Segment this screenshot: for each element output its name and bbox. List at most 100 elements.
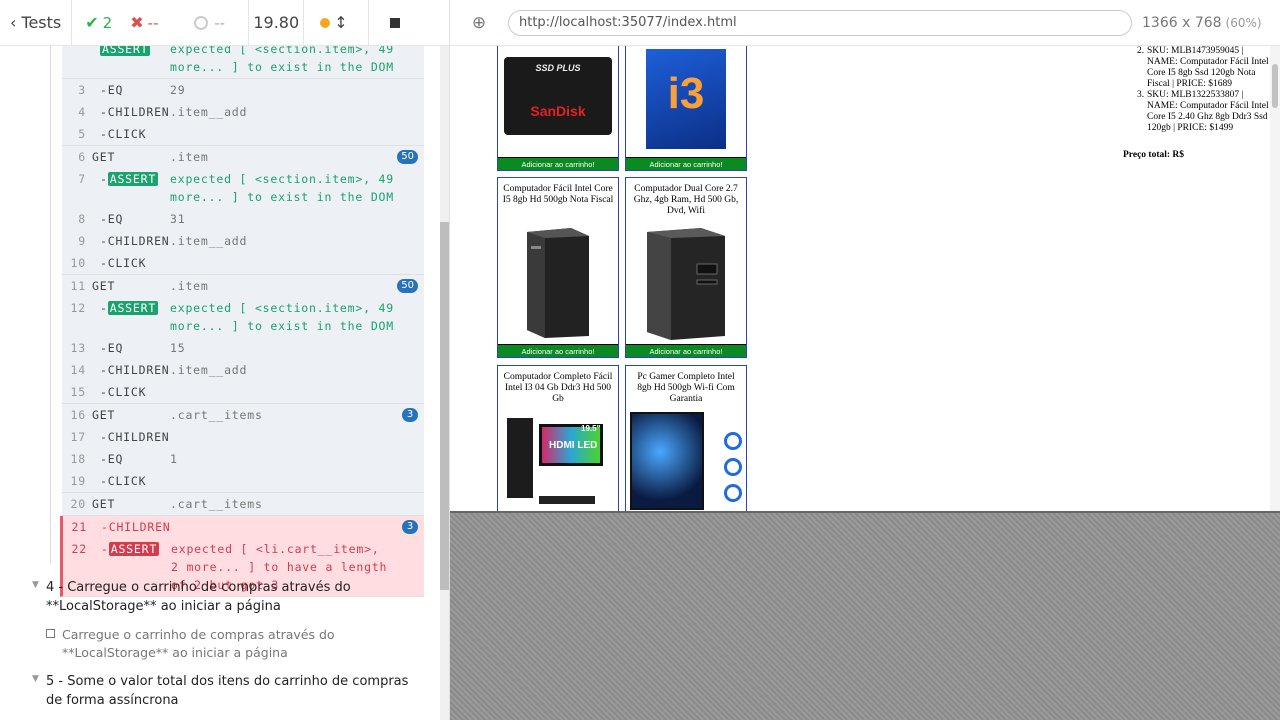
command-number: 4: [78, 105, 86, 119]
cart-items: 2. SKU: MLB1473959045 | NAME: Computador…: [1130, 46, 1270, 134]
command-row[interactable]: 6 GET .item: [62, 146, 424, 168]
product-item: i3 Adicionar ao carrinho!: [625, 46, 747, 171]
url-bar[interactable]: http://localhost:35077/index.html: [508, 9, 1132, 36]
cart-item-text: SKU: MLB1322533807 | NAME: Computador Fá…: [1147, 90, 1269, 133]
app-scrollbar-thumb[interactable]: [1272, 64, 1278, 108]
command-row[interactable]: 7- ASSERT expected [ <section.item>, 49 mo…: [62, 168, 424, 208]
command-name: GET: [92, 497, 116, 511]
fan-icon: [724, 458, 742, 476]
command-row[interactable]: 4 -CHILDREN .item__add: [62, 101, 424, 123]
command-name: -CHILDREN: [100, 430, 170, 444]
command-number: 8: [78, 212, 86, 226]
command-group: 6 GET .item 7- ASSERT expected [ <section.ite…: [62, 146, 424, 275]
test-item[interactable]: Carregue o carrinho de compras através d…: [46, 626, 416, 662]
command-name: -CLICK: [100, 127, 147, 141]
command-row[interactable]: 19 -CLICK: [62, 470, 424, 492]
assert-badge: ASSERT: [100, 46, 151, 56]
test-title: Carregue o carrinho de compras através d…: [62, 627, 335, 660]
command-message: 1: [170, 452, 178, 466]
check-icon: ✔: [85, 13, 99, 32]
assert-badge: ASSERT: [107, 301, 159, 315]
command-message: .cart__items: [170, 497, 263, 511]
status-dot-icon: [320, 17, 331, 28]
command-row[interactable]: 12- ASSERT expected [ <section.item>, 49 m…: [62, 297, 424, 337]
element-count-badge: 50: [397, 150, 418, 164]
product-name: Computador Dual Core 2.7 Ghz, 4gb Ram, H…: [633, 184, 739, 216]
command-row[interactable]: 16 GET .cart__items: [62, 404, 424, 426]
suite-5[interactable]: ▼ 5 - Some o valor total dos itens do ca…: [32, 672, 422, 710]
command-number: 19: [70, 474, 86, 488]
cart-item[interactable]: 3. SKU: MLB1322533807 | NAME: Computador…: [1137, 90, 1270, 134]
command-group: 20 GET .cart__items: [62, 493, 424, 516]
total-price: Preço total: R$: [1123, 150, 1185, 160]
command-row[interactable]: 9 -CHILDREN .item__add: [62, 230, 424, 252]
command-row[interactable]: 21 -CHILDREN: [63, 516, 424, 538]
command-number: 7: [78, 172, 86, 186]
product-name: Computador Completo Fácil Intel I3 04 Gb…: [503, 372, 613, 404]
failed-count[interactable]: ✖ --: [126, 0, 194, 46]
command-row[interactable]: ASSERT expected [ <section.item>, 49 mor…: [62, 46, 424, 78]
assert-badge: ASSERT: [108, 542, 160, 556]
command-log: ASSERT expected [ <section.item>, 49 mor…: [0, 46, 450, 720]
product-item: Computador Dual Core 2.7 Ghz, 4gb Ram, H…: [625, 177, 747, 358]
up-down-arrow-icon: ↕: [334, 13, 348, 32]
checkbox-icon: [46, 629, 55, 638]
command-message: [170, 472, 424, 490]
cart-item[interactable]: 2. SKU: MLB1473959045 | NAME: Computador…: [1137, 46, 1270, 90]
reporter-scrollbar-thumb[interactable]: [440, 222, 449, 590]
command-name: -CLICK: [100, 474, 147, 488]
command-row[interactable]: 17 -CHILDREN: [62, 426, 424, 448]
command-number: 11: [70, 279, 86, 293]
element-count-badge: 3: [402, 408, 418, 422]
command-row[interactable]: 14 -CHILDREN .item__add: [62, 359, 424, 381]
pending-count[interactable]: --: [194, 0, 248, 46]
command-row[interactable]: 20 GET .cart__items: [62, 493, 424, 515]
pending-circle-icon: [194, 15, 209, 30]
viewport-info[interactable]: 1366 x 768 (60%): [1142, 15, 1262, 31]
command-row[interactable]: 5 -CLICK: [62, 123, 424, 145]
add-to-cart-button[interactable]: Adicionar ao carrinho!: [626, 157, 746, 170]
fan-icon: [724, 484, 742, 502]
element-count-badge: 50: [397, 279, 418, 293]
duration: 19.80: [248, 0, 305, 46]
product-name: Pc Gamer Completo Intel 8gb Hd 500gb Wi-…: [637, 372, 735, 404]
command-dash: -: [101, 542, 109, 556]
command-number: 5: [78, 127, 86, 141]
passed-count[interactable]: ✔ 2: [72, 0, 126, 46]
command-row[interactable]: 11 GET .item: [62, 275, 424, 297]
command-message: 15: [170, 341, 186, 355]
command-row[interactable]: 8 -EQ 31: [62, 208, 424, 230]
autoscroll-toggle[interactable]: ↕: [304, 0, 368, 46]
suite-title: 5 - Some o valor total dos itens do carr…: [46, 674, 409, 708]
add-to-cart-button[interactable]: Adicionar ao carrinho!: [498, 344, 618, 357]
app-scrollbar[interactable]: [1270, 46, 1280, 511]
stop-button[interactable]: [368, 0, 420, 46]
cart-item-number: 3.: [1137, 90, 1145, 100]
command-row[interactable]: 18 -EQ 1: [62, 448, 424, 470]
command-message: [170, 254, 424, 272]
command-row[interactable]: 10 -CLICK: [62, 252, 424, 274]
command-list: ASSERT expected [ <section.item>, 49 mor…: [60, 46, 424, 597]
command-name: GET: [92, 150, 116, 164]
url-text: http://localhost:35077/index.html: [519, 15, 737, 30]
command-row[interactable]: 3 -EQ 29: [62, 79, 424, 101]
suite-4[interactable]: ▼ 4 - Carregue o carrinho de compras atr…: [32, 578, 422, 616]
add-to-cart-button[interactable]: Adicionar ao carrinho!: [498, 157, 618, 170]
command-name: -CHILDREN: [100, 105, 170, 119]
command-row[interactable]: 15 -CLICK: [62, 381, 424, 403]
command-number: 10: [70, 256, 86, 270]
suite-title: 4 - Carregue o carrinho de compras atrav…: [46, 580, 351, 614]
command-row[interactable]: 13 -EQ 15: [62, 337, 424, 359]
selector-playground-button[interactable]: ⊕: [450, 0, 508, 46]
command-message: .item__add: [170, 234, 248, 248]
fan-icon: [724, 432, 742, 450]
command-message: [170, 125, 424, 143]
command-number: 13: [70, 341, 86, 355]
command-name: -CLICK: [100, 385, 147, 399]
add-to-cart-button[interactable]: Adicionar ao carrinho!: [626, 344, 746, 357]
cart: 2. SKU: MLB1473959045 | NAME: Computador…: [1123, 46, 1270, 161]
command-name: -CHILDREN: [101, 520, 171, 534]
tree-line: [50, 46, 51, 564]
tests-button[interactable]: ‹ Tests: [0, 0, 73, 46]
hdmi-label: HDMI: [549, 440, 575, 451]
